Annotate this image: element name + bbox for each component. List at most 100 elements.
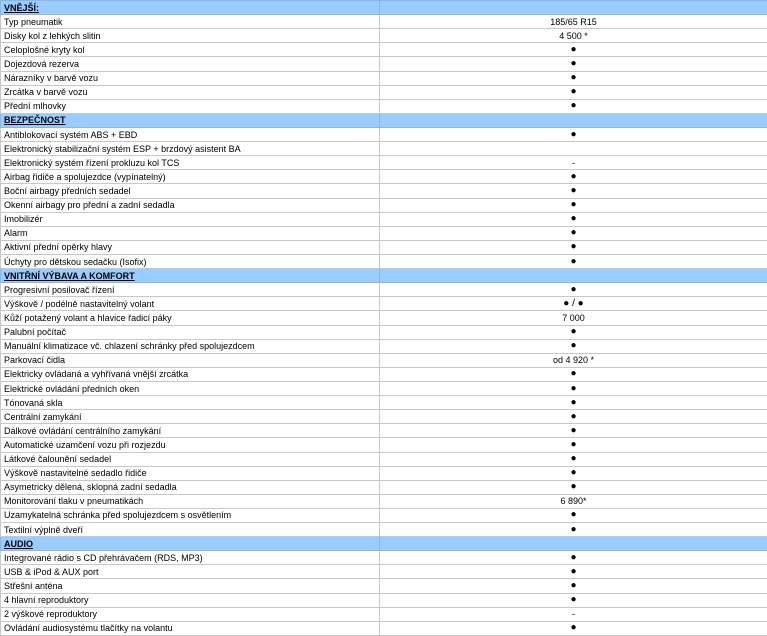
feature-label: Antiblokovací systém ABS + EBD <box>1 127 380 141</box>
table-row: Alarm● <box>1 226 767 240</box>
feature-value: ● <box>380 254 767 268</box>
section-header-value-cell <box>380 269 767 283</box>
section-title: BEZPEČNOST <box>1 113 380 127</box>
feature-label: Boční airbagy předních sedadel <box>1 184 380 198</box>
section-title: VNITŘNÍ VÝBAVA A KOMFORT <box>1 269 380 283</box>
feature-value: 6 890* <box>380 494 767 508</box>
feature-label: Elektrické ovládání předních oken <box>1 381 380 395</box>
feature-label: Úchyty pro dětskou sedačku (Isofix) <box>1 254 380 268</box>
feature-label: Dálkové ovládání centrálního zamykání <box>1 424 380 438</box>
feature-value: ● <box>380 170 767 184</box>
table-row: Ovládání audiosystému tlačítky na volant… <box>1 621 767 635</box>
table-row: Progresivní posilovač řízení● <box>1 283 767 297</box>
feature-label: Centrální zamykání <box>1 410 380 424</box>
table-row: 4 hlavní reproduktory● <box>1 593 767 607</box>
feature-label: Výškově nastavitelné sedadlo řidiče <box>1 466 380 480</box>
feature-value: ● <box>380 508 767 522</box>
feature-label: Elektricky ovládaná a vyhřívaná vnější z… <box>1 367 380 381</box>
feature-value: ● <box>380 579 767 593</box>
feature-label: Parkovací čidla <box>1 353 380 367</box>
table-row: Látkové čalounění sedadel● <box>1 452 767 466</box>
feature-value: ● <box>380 212 767 226</box>
feature-label: 4 hlavní reproduktory <box>1 593 380 607</box>
feature-value: ● <box>380 99 767 113</box>
table-row: Tónovaná skla● <box>1 396 767 410</box>
section-header-row: VNĚJŠÍ: <box>1 1 767 15</box>
section-header-row: VNITŘNÍ VÝBAVA A KOMFORT <box>1 269 767 283</box>
feature-label: Střešní anténa <box>1 579 380 593</box>
feature-value: 4 500 * <box>380 29 767 43</box>
feature-value: ● / ● <box>380 297 767 311</box>
section-header-value-cell <box>380 1 767 15</box>
feature-label: Automatické uzamčení vozu při rozjezdu <box>1 438 380 452</box>
feature-label: Kůží potažený volant a hlavice řadicí pá… <box>1 311 380 325</box>
feature-label: Ovládání audiosystému tlačítky na volant… <box>1 621 380 635</box>
table-row: Textilní výplně dveří● <box>1 523 767 537</box>
table-row: Typ pneumatik185/65 R15 <box>1 15 767 29</box>
feature-value: ● <box>380 283 767 297</box>
table-row: Imobilizér● <box>1 212 767 226</box>
feature-label: Nárazníky v barvě vozu <box>1 71 380 85</box>
feature-label: Typ pneumatik <box>1 15 380 29</box>
feature-value: ● <box>380 565 767 579</box>
feature-value: ● <box>380 523 767 537</box>
feature-label: Látkové čalounění sedadel <box>1 452 380 466</box>
feature-value: ● <box>380 410 767 424</box>
feature-label: USB & iPod & AUX port <box>1 565 380 579</box>
feature-label: Asymetricky dělená, sklopná zadní sedadl… <box>1 480 380 494</box>
table-row: Parkovací čidlaod 4 920 * <box>1 353 767 367</box>
table-row: Přední mlhovky● <box>1 99 767 113</box>
table-row: Elektricky ovládaná a vyhřívaná vnější z… <box>1 367 767 381</box>
feature-value: ● <box>380 381 767 395</box>
table-row: Centrální zamykání● <box>1 410 767 424</box>
feature-value: ● <box>380 480 767 494</box>
feature-label: Celoplošné kryty kol <box>1 43 380 57</box>
section-title: AUDIO <box>1 537 380 551</box>
feature-value: ● <box>380 621 767 635</box>
section-title: VNĚJŠÍ: <box>1 1 380 15</box>
feature-label: Progresivní posilovač řízení <box>1 283 380 297</box>
feature-label: Dojezdová rezerva <box>1 57 380 71</box>
table-row: 2 výškové reproduktory- <box>1 607 767 621</box>
feature-value: ● <box>380 551 767 565</box>
feature-label: Zrcátka v barvě vozu <box>1 85 380 99</box>
table-row: Úchyty pro dětskou sedačku (Isofix)● <box>1 254 767 268</box>
feature-label: Elektronický stabilizační systém ESP + b… <box>1 142 380 156</box>
table-row: Integrované rádio s CD přehrávačem (RDS,… <box>1 551 767 565</box>
feature-value: ● <box>380 198 767 212</box>
feature-value: ● <box>380 452 767 466</box>
feature-label: Palubní počítač <box>1 325 380 339</box>
feature-value: ● <box>380 466 767 480</box>
section-header-value-cell <box>380 537 767 551</box>
feature-value: 185/65 R15 <box>380 15 767 29</box>
table-row: Dojezdová rezerva● <box>1 57 767 71</box>
feature-value: ● <box>380 396 767 410</box>
feature-value: - <box>380 156 767 170</box>
table-row: Asymetricky dělená, sklopná zadní sedadl… <box>1 480 767 494</box>
feature-value: ● <box>380 339 767 353</box>
table-row: Celoplošné kryty kol● <box>1 43 767 57</box>
feature-value: ● <box>380 438 767 452</box>
table-row: Elektronický stabilizační systém ESP + b… <box>1 142 767 156</box>
table-row: Manuální klimatizace vč. chlazení schrán… <box>1 339 767 353</box>
table-row: Nárazníky v barvě vozu● <box>1 71 767 85</box>
feature-label: Airbag řidiče a spolujezdce (vypínatelný… <box>1 170 380 184</box>
table-row: Disky kol z lehkých slitin4 500 * <box>1 29 767 43</box>
feature-value: ● <box>380 424 767 438</box>
feature-label: Elektronický systém řízení prokluzu kol … <box>1 156 380 170</box>
feature-value: ● <box>380 226 767 240</box>
table-row: Okenní airbagy pro přední a zadní sedadl… <box>1 198 767 212</box>
table-row: Elektrické ovládání předních oken● <box>1 381 767 395</box>
feature-label: Integrované rádio s CD přehrávačem (RDS,… <box>1 551 380 565</box>
table-row: Střešní anténa● <box>1 579 767 593</box>
feature-label: Přední mlhovky <box>1 99 380 113</box>
feature-value: ● <box>380 184 767 198</box>
table-row: Elektronický systém řízení prokluzu kol … <box>1 156 767 170</box>
section-header-row: AUDIO <box>1 537 767 551</box>
feature-label: Manuální klimatizace vč. chlazení schrán… <box>1 339 380 353</box>
section-header-row: BEZPEČNOST <box>1 113 767 127</box>
table-row: Airbag řidiče a spolujezdce (vypínatelný… <box>1 170 767 184</box>
feature-value: ● <box>380 43 767 57</box>
feature-label: Výškově / podélně nastavitelný volant <box>1 297 380 311</box>
feature-label: Uzamykatelná schránka před spolujezdcem … <box>1 508 380 522</box>
